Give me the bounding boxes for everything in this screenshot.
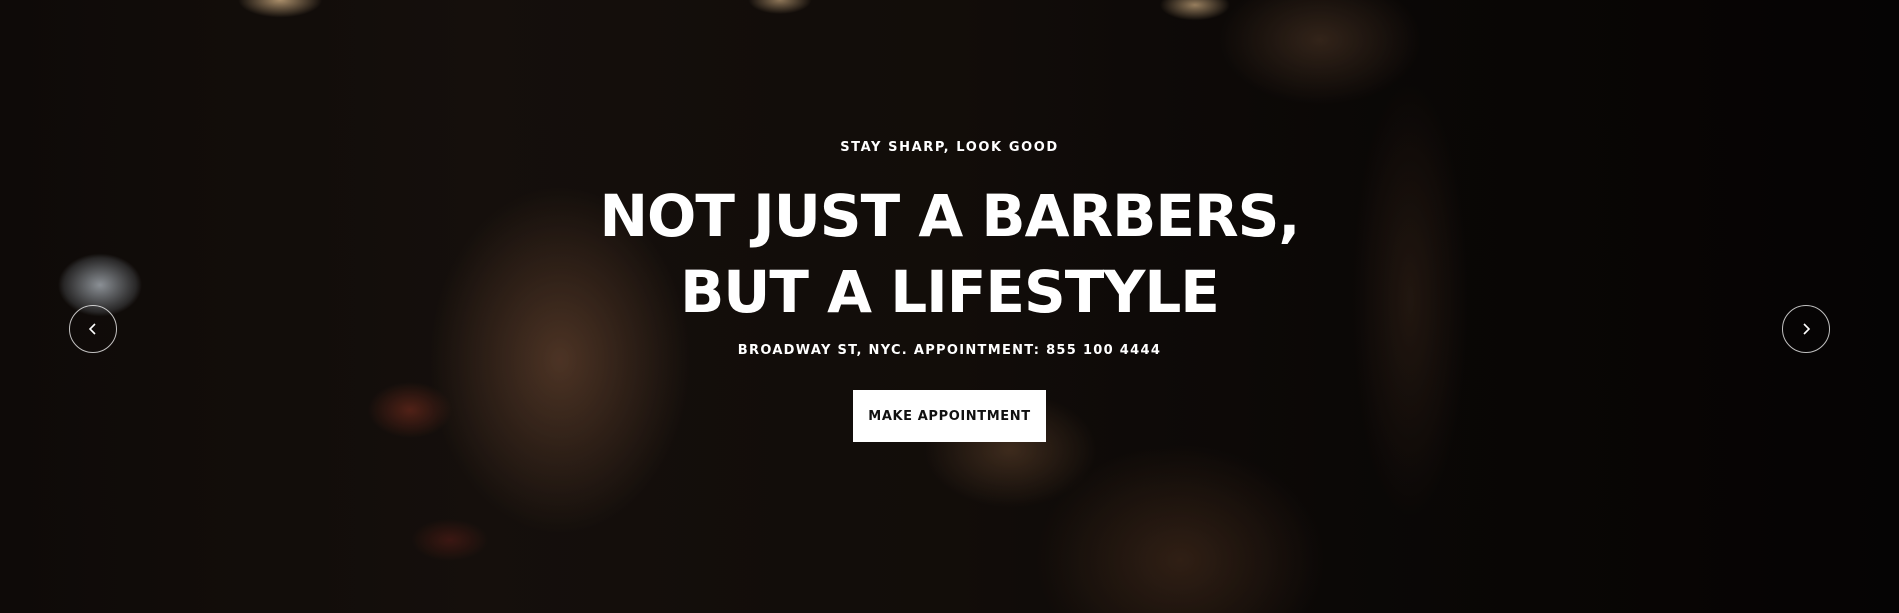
hero-headline-line-2: BUT A LIFESTYLE [680,258,1220,326]
chevron-left-icon [88,323,96,335]
hero-eyebrow: STAY SHARP, LOOK GOOD [840,140,1059,155]
chevron-right-icon [1803,323,1811,335]
hero-slider: STAY SHARP, LOOK GOOD NOT JUST A BARBERS… [0,0,1899,613]
hero-address: BROADWAY ST, NYC. APPOINTMENT: 855 100 4… [737,343,1162,358]
hero-headline-line-1: NOT JUST A BARBERS, [599,182,1301,250]
slider-prev-button[interactable] [69,305,117,353]
hero-headline: NOT JUST A BARBERS, BUT A LIFESTYLE [0,178,1899,330]
slider-next-button[interactable] [1782,305,1830,353]
hero-content: STAY SHARP, LOOK GOOD NOT JUST A BARBERS… [0,0,1899,613]
make-appointment-button[interactable]: MAKE APPOINTMENT [853,390,1046,442]
